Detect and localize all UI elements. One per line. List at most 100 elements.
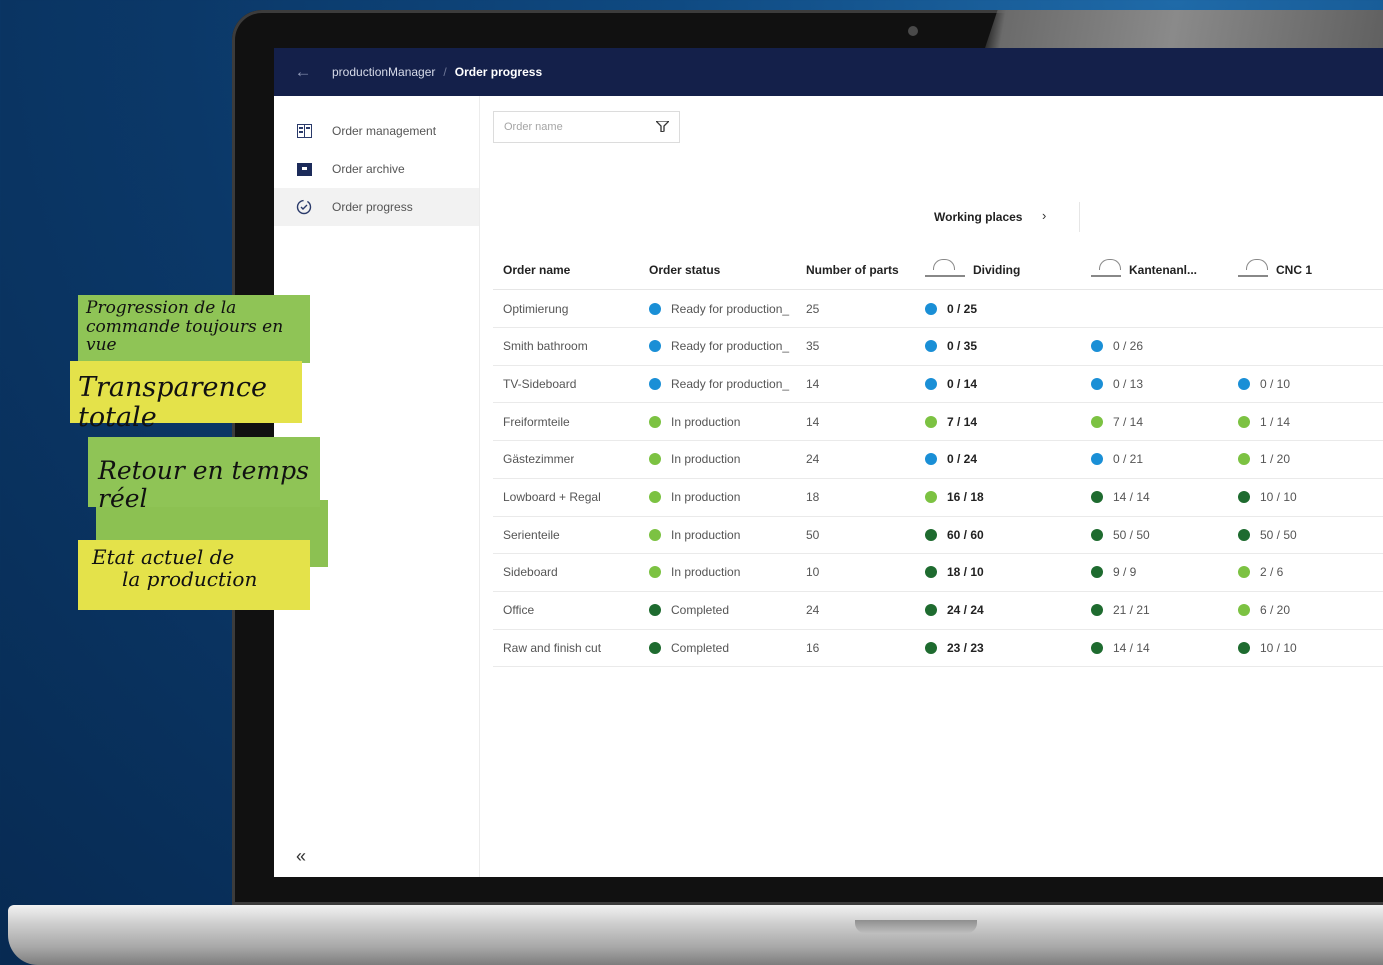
cell-dividing: 0 / 14 [925,365,977,402]
cell-order-name-text: Gästezimmer [503,452,575,467]
cell-parts: 24 [806,592,819,629]
note-text: Etat actuel de [92,545,235,569]
column-number-of-parts[interactable]: Number of parts [806,250,899,290]
header-divider [1079,202,1080,232]
sidebar-item-label: Order management [332,124,437,138]
cell-parts-text: 50 [806,527,820,542]
status-dot [925,302,937,315]
note-text: Transparence totale [78,372,268,433]
cnc-machine-icon [1238,259,1268,277]
cell-parts-text: 24 [806,452,820,467]
status-dot [1238,491,1250,503]
cell-order-status-text: Ready for production_ [671,301,790,316]
cell-parts-text: 24 [806,603,820,618]
cell-dividing-text: 7 / 14 [947,414,978,429]
cell-order-status: Ready for production_ [649,365,799,402]
table-row[interactable]: Raw and finish cut Completed 16 23 / 23 14 /… [493,629,1383,668]
column-order-status[interactable]: Order status [649,250,720,290]
table-row[interactable]: Office Completed 24 24 / 24 21 / 21 6 / 20 [493,592,1383,630]
status-dot [1091,453,1103,466]
cell-dividing: 16 / 18 [925,479,984,516]
cell-parts-text: 10 [806,565,820,580]
cell-dividing-text: 16 / 18 [947,490,984,504]
status-dot [649,641,661,654]
cell-kantenanl: 7 / 14 [1091,403,1143,440]
column-order-name[interactable]: Order name [503,250,570,290]
cell-order-name: TV-Sideboard [503,365,576,402]
working-places-header[interactable]: Working places [934,210,1022,224]
status-dot [1238,415,1250,428]
cell-kantenanl-text: 7 / 14 [1113,414,1144,429]
column-dividing[interactable]: Dividing [925,250,1020,290]
table-row[interactable]: Sideboard In production 10 18 / 10 9 / 9 2 / … [493,554,1383,592]
breadcrumb-app[interactable]: productionManager [332,65,435,79]
table-row[interactable]: Optimierung Ready for production_ 25 0 / 25 [493,290,1383,328]
table-row[interactable]: Freiformteile In production 14 7 / 14 7 / 14… [493,403,1383,442]
cell-dividing-text: 18 / 10 [947,565,984,580]
column-kantenanl[interactable]: Kantenanl... [1091,250,1197,290]
table-header: Order name Order status Number of parts … [493,250,1383,290]
cell-order-name-text: TV-Sideboard [503,376,577,391]
cell-parts: 16 [806,629,819,666]
sidebar-item-order-progress[interactable]: Order progress [274,188,479,226]
column-cnc1[interactable]: CNC 1 [1238,250,1312,290]
cell-parts: 35 [806,328,819,365]
note-text: la production [122,567,258,591]
status-dot [1091,641,1103,654]
sticky-note-2: Transparence totale [70,361,302,432]
back-arrow-icon[interactable]: ← [274,62,332,82]
status-dot [649,528,661,541]
table-row[interactable]: Smith bathroom Ready for production_ 35 0 /… [493,328,1383,366]
cell-dividing: 0 / 25 [925,290,977,327]
status-dot [1238,528,1250,541]
cell-order-name-text: Raw and finish cut [503,640,602,655]
cell-dividing: 18 / 10 [925,554,984,591]
cell-parts-text: 18 [806,490,820,504]
table-row[interactable]: Serienteile In production 50 60 / 60 50 / 50… [493,516,1383,555]
cell-dividing-text: 0 / 35 [947,339,978,354]
table-row[interactable]: Lowboard + Regal In production 18 16 / 18 14… [493,479,1383,517]
sidebar-item-order-archive[interactable]: Order archive [274,150,479,188]
cell-cnc1-text: 2 / 6 [1260,565,1284,580]
cell-order-status-text: In production [671,527,741,542]
note-text: Retour en temps réel [98,456,309,513]
status-dot [649,377,661,390]
status-dot [925,340,937,353]
status-dot [1238,604,1250,617]
app-screen: ← productionManager / Order progress Ord… [274,48,1383,877]
status-dot [925,415,937,428]
cell-cnc1: 1 / 20 [1238,441,1290,478]
cell-dividing: 7 / 14 [925,403,977,440]
cell-order-status: In production [649,516,799,553]
sticky-note-4: Etat actuel de la production [78,540,310,610]
cell-cnc1-text: 0 / 10 [1260,376,1291,391]
status-dot [1091,604,1103,617]
status-dot [1238,641,1250,654]
laptop-base [8,905,1383,965]
collapse-sidebar-icon[interactable]: « [296,846,306,867]
chevron-right-icon[interactable]: › [1042,208,1046,223]
cell-kantenanl: 9 / 9 [1091,554,1136,591]
cell-parts: 25 [806,290,819,327]
status-dot [1091,491,1103,503]
cell-dividing: 60 / 60 [925,516,984,553]
cell-dividing-text: 0 / 25 [947,301,978,316]
cell-order-name-text: Optimierung [503,301,569,316]
cell-kantenanl-text: 14 / 14 [1113,490,1150,504]
status-dot [649,566,661,579]
status-dot [1238,453,1250,466]
filter-funnel-icon[interactable] [654,119,671,135]
cell-order-name-text: Serienteile [503,527,560,542]
table-row[interactable]: TV-Sideboard Ready for production_ 14 0 / 1… [493,365,1383,404]
column-label: CNC 1 [1276,263,1313,277]
cell-order-status-text: Ready for production_ [671,376,790,391]
table-row[interactable]: Gästezimmer In production 24 0 / 24 0 / 21 1 … [493,441,1383,479]
cell-order-name: Freiformteile [503,403,570,440]
cell-order-status: Completed [649,592,799,629]
cell-order-name: Raw and finish cut [503,629,601,666]
cell-order-name: Serienteile [503,516,560,553]
sidebar-item-order-management[interactable]: Order management [274,112,479,150]
cell-order-name: Office [503,592,534,629]
order-name-filter-input[interactable]: Order name [493,111,680,143]
status-dot [925,641,937,654]
